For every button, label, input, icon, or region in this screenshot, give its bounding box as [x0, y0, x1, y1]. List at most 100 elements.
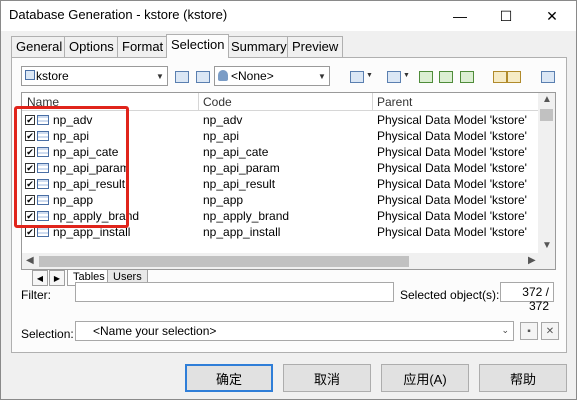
row-checkbox[interactable]: ✔ — [25, 211, 35, 221]
horizontal-scroll-thumb[interactable] — [39, 256, 409, 267]
move-down-icon[interactable] — [439, 71, 453, 83]
table-row[interactable]: ✔ np_api_param np_api_param Physical Data M… — [22, 160, 539, 176]
tab-preview[interactable]: Preview — [287, 36, 344, 57]
object-grid: Name Code Parent ✔ np_adv np_adv Physical D… — [21, 92, 556, 270]
row-name: np_api_result — [53, 177, 126, 191]
copy-dropdown-icon[interactable]: ▼ — [366, 72, 373, 79]
chevron-down-icon: ⌄ — [501, 325, 509, 335]
column-header-code[interactable]: Code — [203, 95, 232, 109]
selected-objects-label: Selected object(s): — [400, 288, 500, 302]
model-selector[interactable]: kstore ▼ — [21, 66, 168, 86]
table-icon — [37, 211, 49, 221]
scroll-right-icon[interactable]: ▶ — [528, 255, 536, 266]
tab-general[interactable]: General — [11, 36, 68, 57]
row-checkbox[interactable]: ✔ — [25, 147, 35, 157]
row-name: np_apply_brand — [53, 209, 140, 223]
sheet-next-icon[interactable]: ▶ — [49, 270, 65, 286]
copy-icon[interactable] — [350, 71, 364, 83]
cancel-button[interactable]: 取消 — [283, 364, 371, 392]
row-code: np_app_install — [203, 225, 281, 239]
table-icon — [37, 131, 49, 141]
move-up-icon[interactable] — [419, 71, 433, 83]
vertical-scrollbar[interactable]: ▲ ▼ — [538, 93, 555, 253]
row-checkbox[interactable]: ✔ — [25, 227, 35, 237]
row-checkbox[interactable]: ✔ — [25, 131, 35, 141]
chevron-down-icon: ▼ — [318, 71, 326, 81]
tab-selection[interactable]: Selection — [166, 34, 230, 58]
row-name: np_api_param — [53, 161, 130, 175]
table-row[interactable]: ✔ np_api np_api Physical Data Model 'kstore… — [22, 128, 539, 144]
row-parent: Physical Data Model 'kstore' — [377, 209, 527, 223]
scroll-left-icon[interactable]: ◀ — [26, 255, 34, 266]
maximize-button[interactable]: ☐ — [487, 1, 525, 31]
model-selector-value: kstore — [36, 69, 69, 83]
paste-icon[interactable] — [387, 71, 401, 83]
select-all-icon[interactable] — [175, 71, 189, 83]
table-row[interactable]: ✔ np_api_cate np_api_cate Physical Data Mod… — [22, 144, 539, 160]
row-checkbox[interactable]: ✔ — [25, 163, 35, 173]
paste-dropdown-icon[interactable]: ▼ — [403, 72, 410, 79]
save-selection-icon[interactable]: ▪ — [520, 322, 538, 340]
row-checkbox[interactable]: ✔ — [25, 195, 35, 205]
tab-format[interactable]: Format — [117, 36, 169, 57]
row-code: np_api — [203, 129, 240, 143]
row-code: np_api_param — [203, 161, 280, 175]
title-bar: Database Generation - kstore (kstore) — … — [1, 1, 576, 31]
table-row[interactable]: ✔ np_api_result np_api_result Physical Data… — [22, 176, 539, 192]
tab-options[interactable]: Options — [64, 36, 119, 57]
row-code: np_apply_brand — [203, 209, 290, 223]
help-button[interactable]: 帮助 — [479, 364, 567, 392]
deselect-all-icon[interactable] — [196, 71, 210, 83]
row-parent: Physical Data Model 'kstore' — [377, 225, 527, 239]
owner-selector-value: <None> — [231, 69, 274, 83]
apply-button[interactable]: 应用(A) — [381, 364, 469, 392]
row-parent: Physical Data Model 'kstore' — [377, 193, 527, 207]
table-icon — [37, 163, 49, 173]
row-name: np_api — [53, 129, 90, 143]
table-icon — [37, 227, 49, 237]
minimize-button[interactable]: — — [441, 1, 479, 31]
row-parent: Physical Data Model 'kstore' — [377, 129, 527, 143]
selected-count: 372 / 372 — [500, 282, 554, 313]
table-row[interactable]: ✔ np_apply_brand np_apply_brand Physical Da… — [22, 208, 539, 224]
row-parent: Physical Data Model 'kstore' — [377, 145, 527, 159]
table-row[interactable]: ✔ np_adv np_adv Physical Data Model 'kstore… — [22, 112, 539, 128]
close-button[interactable]: ✕ — [533, 1, 571, 31]
row-code: np_api_result — [203, 177, 276, 191]
selection-label: Selection: — [21, 327, 74, 341]
column-header-parent[interactable]: Parent — [377, 95, 412, 109]
row-code: np_adv — [203, 113, 243, 127]
table-row[interactable]: ✔ np_app np_app Physical Data Model 'kstore… — [22, 192, 539, 208]
filter-uncheck-icon[interactable] — [507, 71, 521, 83]
column-header-name[interactable]: Name — [27, 95, 59, 109]
model-icon — [25, 70, 35, 80]
grid-header: Name Code Parent — [22, 93, 539, 111]
scroll-up-icon[interactable]: ▲ — [542, 94, 552, 105]
delete-selection-icon[interactable]: ✕ — [541, 322, 559, 340]
row-name: np_adv — [53, 113, 93, 127]
vertical-scroll-thumb[interactable] — [540, 109, 553, 121]
filter-input[interactable] — [75, 282, 394, 302]
sheet-prev-icon[interactable]: ◀ — [32, 270, 48, 286]
row-code: np_api_cate — [203, 145, 269, 159]
selection-combo[interactable]: <Name your selection> ⌄ — [75, 321, 514, 341]
window-title: Database Generation - kstore (kstore) — [9, 7, 228, 22]
owner-selector[interactable]: <None> ▼ — [214, 66, 330, 86]
row-name: np_app_install — [53, 225, 131, 239]
row-parent: Physical Data Model 'kstore' — [377, 113, 527, 127]
tab-summary[interactable]: Summary — [226, 36, 292, 57]
scroll-down-icon[interactable]: ▼ — [542, 240, 552, 251]
database-generation-dialog: Database Generation - kstore (kstore) — … — [0, 0, 577, 400]
ok-button[interactable]: 确定 — [185, 364, 273, 392]
owner-icon — [218, 70, 228, 81]
sort-icon[interactable] — [460, 71, 474, 83]
row-checkbox[interactable]: ✔ — [25, 179, 35, 189]
row-name: np_api_cate — [53, 145, 119, 159]
table-row[interactable]: ✔ np_app_install np_app_install Physical Da… — [22, 224, 539, 240]
filter-settings-icon[interactable] — [541, 71, 555, 83]
table-icon — [37, 115, 49, 125]
selection-combo-placeholder: <Name your selection> — [93, 324, 217, 338]
horizontal-scrollbar[interactable]: ◀ ▶ — [22, 253, 555, 269]
filter-check-icon[interactable] — [493, 71, 507, 83]
row-checkbox[interactable]: ✔ — [25, 115, 35, 125]
